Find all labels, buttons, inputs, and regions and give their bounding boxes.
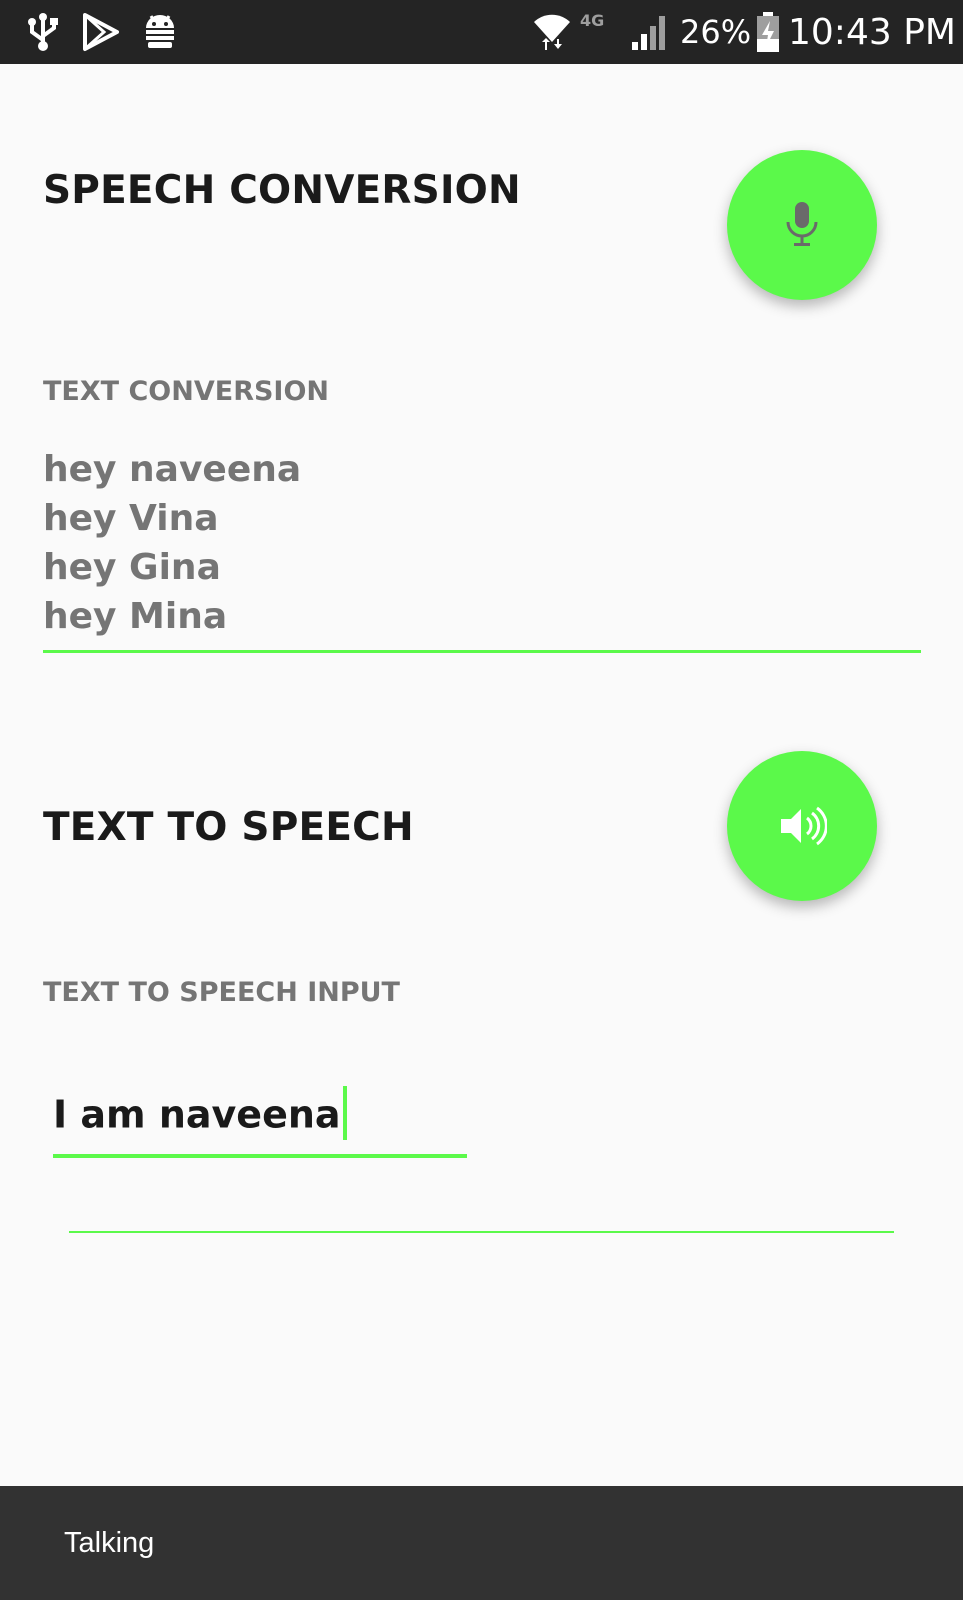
speech-conversion-title: SPEECH CONVERSION bbox=[43, 168, 521, 213]
speaker-icon bbox=[781, 806, 827, 846]
speech-results-field[interactable]: hey naveena hey Vina hey Gina hey Mina h… bbox=[43, 445, 921, 650]
snackbar: Talking bbox=[0, 1486, 963, 1600]
result-line: hey Gina bbox=[43, 547, 221, 588]
wifi-icon bbox=[532, 0, 572, 64]
results-underline bbox=[43, 650, 921, 653]
signal-icon bbox=[630, 0, 670, 64]
tts-input-value: I am naveena bbox=[53, 1092, 341, 1137]
android-debug-icon bbox=[142, 0, 178, 64]
result-line: hey I'm not naveena bbox=[43, 641, 921, 650]
speak-button[interactable] bbox=[727, 751, 877, 901]
result-line: hey naveena bbox=[43, 449, 302, 490]
tts-input-underline bbox=[53, 1154, 467, 1158]
text-cursor bbox=[342, 1086, 347, 1140]
microphone-button[interactable] bbox=[727, 150, 877, 300]
text-to-speech-title: TEXT TO SPEECH bbox=[43, 805, 414, 850]
text-conversion-label: TEXT CONVERSION bbox=[43, 376, 330, 407]
clock: 10:43 PM bbox=[788, 11, 956, 53]
tts-input-field[interactable]: I am naveena bbox=[53, 1086, 467, 1148]
4g-lte-icon: 4G bbox=[580, 10, 605, 30]
status-bar: 4G 26% 10:43 PM bbox=[0, 0, 963, 64]
play-store-icon bbox=[82, 0, 120, 64]
result-line: hey Mina bbox=[43, 596, 228, 637]
tts-input-label: TEXT TO SPEECH INPUT bbox=[43, 977, 400, 1008]
empty-field-underline[interactable] bbox=[69, 1231, 894, 1233]
battery-charging-icon bbox=[756, 0, 780, 64]
battery-percent: 26% bbox=[680, 13, 752, 51]
snackbar-message: Talking bbox=[64, 1526, 155, 1559]
usb-icon bbox=[28, 0, 58, 64]
result-line: hey Vina bbox=[43, 498, 219, 539]
microphone-icon bbox=[786, 202, 818, 246]
